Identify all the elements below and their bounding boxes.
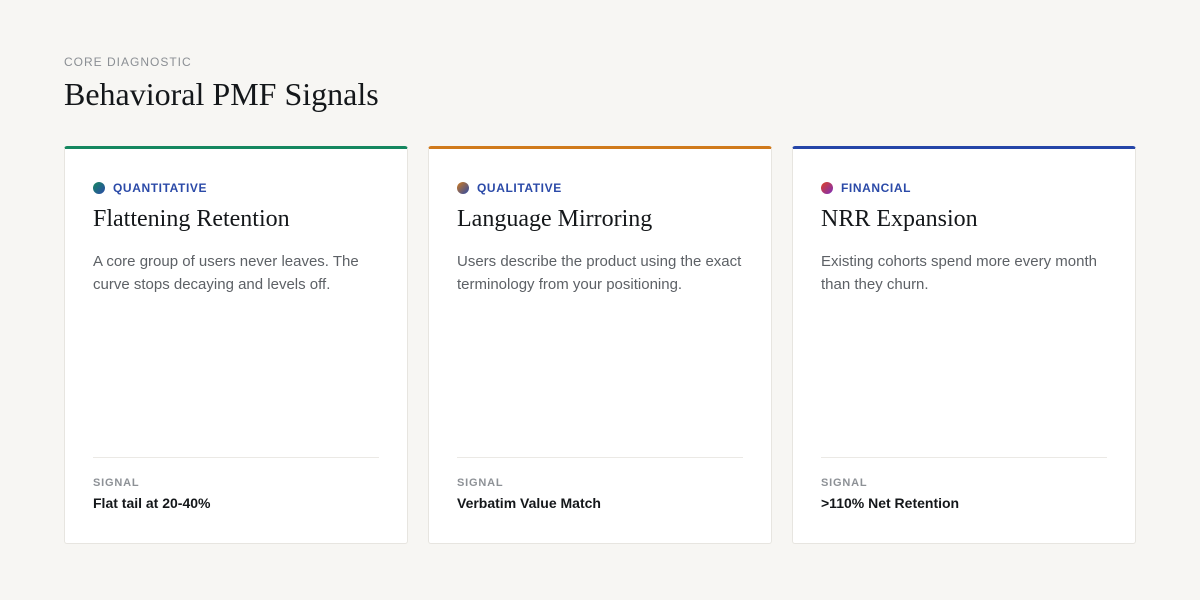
card-title: Language Mirroring (457, 206, 653, 232)
signal-label: SIGNAL (821, 477, 868, 489)
signal-label: SIGNAL (457, 477, 504, 489)
card-description: Users describe the product using the exa… (457, 253, 742, 293)
card-title: NRR Expansion (821, 206, 978, 232)
signal-value: >110% Net Retention (821, 495, 960, 511)
category-label: QUANTITATIVE (113, 181, 208, 195)
signal-value: Verbatim Value Match (457, 495, 601, 511)
signal-label: SIGNAL (93, 477, 140, 489)
card-description: Existing cohorts spend more every month … (821, 253, 1097, 293)
signal-card-quantitative: QUANTITATIVE Flattening Retention A core… (64, 146, 408, 544)
signal-card-financial: FINANCIAL NRR Expansion Existing cohorts… (792, 146, 1136, 544)
divider (457, 457, 743, 458)
category-label: FINANCIAL (841, 181, 912, 195)
eyebrow-label: CORE DIAGNOSTIC (64, 55, 192, 69)
category-tag: FINANCIAL (821, 181, 911, 195)
category-tag: QUANTITATIVE (93, 181, 207, 195)
page: CORE DIAGNOSTIC Behavioral PMF Signals Q… (64, 0, 1136, 600)
signal-value: Flat tail at 20-40% (93, 495, 211, 511)
category-dot-icon (821, 182, 833, 194)
category-label: QUALITATIVE (477, 181, 562, 195)
category-dot-icon (93, 182, 105, 194)
divider (821, 457, 1107, 458)
signal-cards: QUANTITATIVE Flattening Retention A core… (64, 146, 1136, 544)
card-description: A core group of users never leaves. The … (93, 253, 359, 293)
divider (93, 457, 379, 458)
signal-card-qualitative: QUALITATIVE Language Mirroring Users des… (428, 146, 772, 544)
category-dot-icon (457, 182, 469, 194)
card-title: Flattening Retention (93, 206, 290, 232)
category-tag: QUALITATIVE (457, 181, 562, 195)
page-title: Behavioral PMF Signals (64, 76, 379, 112)
